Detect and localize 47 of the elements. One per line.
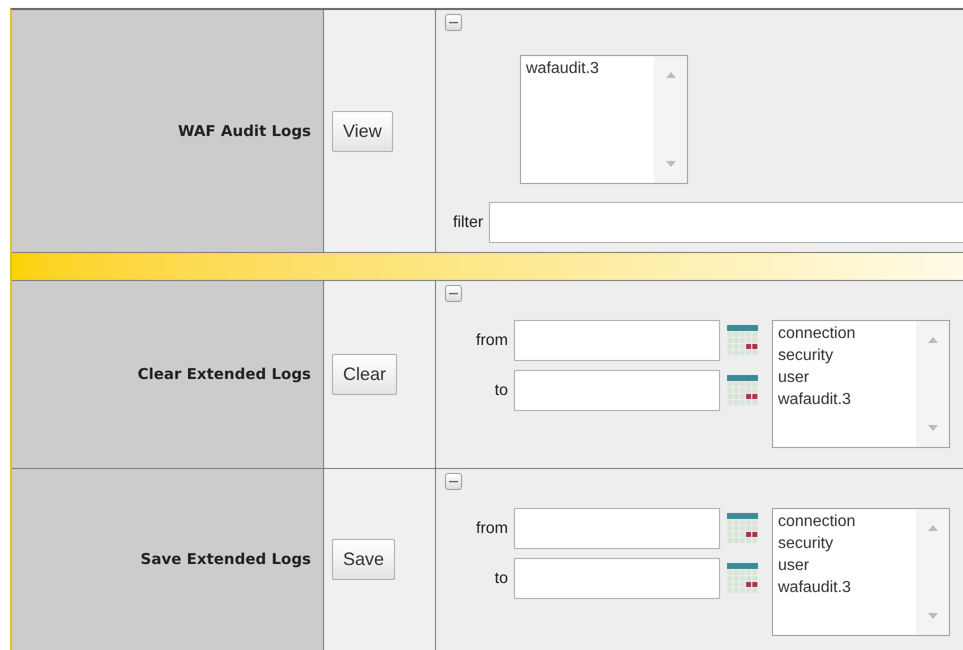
action-button[interactable]: Save [332, 539, 396, 580]
date-field[interactable] [514, 370, 720, 411]
list-option[interactable]: security [778, 533, 916, 555]
calendar-icon[interactable] [727, 325, 758, 356]
section-label: WAF Audit Logs [178, 120, 311, 142]
field-label: to [494, 380, 509, 400]
minus-icon [449, 480, 458, 483]
action-button[interactable]: Clear [332, 354, 398, 395]
section-label: Clear Extended Logs [138, 364, 311, 386]
list-option[interactable]: security [778, 345, 916, 367]
list-box[interactable]: connection security user wafaudit.3 [772, 320, 950, 448]
scroll-down-icon[interactable] [928, 425, 938, 431]
date-field[interactable] [514, 320, 720, 361]
field-label: from [475, 518, 509, 538]
minus-icon [449, 21, 458, 24]
field-label: from [475, 330, 509, 350]
collapse-button[interactable] [445, 473, 462, 490]
scroll-up-icon[interactable] [928, 525, 938, 531]
list-box[interactable]: connection security user wafaudit.3 [772, 508, 950, 636]
date-field[interactable] [514, 508, 720, 549]
action-button[interactable]: View [332, 110, 393, 152]
collapse-button[interactable] [445, 285, 462, 302]
scroll-down-icon[interactable] [666, 161, 676, 167]
calendar-icon[interactable] [727, 513, 758, 544]
calendar-icon[interactable] [727, 375, 758, 406]
filter-field[interactable] [489, 202, 963, 243]
field-label: to [494, 568, 509, 588]
scrollbar[interactable] [916, 321, 949, 447]
list-option[interactable]: user [778, 555, 916, 577]
scrollbar[interactable] [916, 509, 949, 635]
scroll-up-icon[interactable] [666, 72, 676, 78]
scroll-up-icon[interactable] [928, 337, 938, 343]
list-box[interactable]: wafaudit.3 [520, 55, 688, 184]
field-label: filter [453, 212, 484, 232]
list-option[interactable]: connection [778, 323, 916, 345]
list-option[interactable]: user [778, 367, 916, 389]
list-option[interactable]: wafaudit.3 [778, 389, 916, 411]
date-field[interactable] [514, 558, 720, 599]
list-option[interactable]: wafaudit.3 [526, 58, 654, 80]
collapse-button[interactable] [445, 14, 462, 31]
minus-icon [449, 292, 458, 295]
section-label: Save Extended Logs [140, 549, 311, 570]
list-option[interactable]: wafaudit.3 [778, 577, 916, 599]
calendar-icon[interactable] [727, 563, 758, 594]
scrollbar[interactable] [654, 56, 687, 183]
scroll-down-icon[interactable] [928, 613, 938, 619]
list-option[interactable]: connection [778, 511, 916, 533]
